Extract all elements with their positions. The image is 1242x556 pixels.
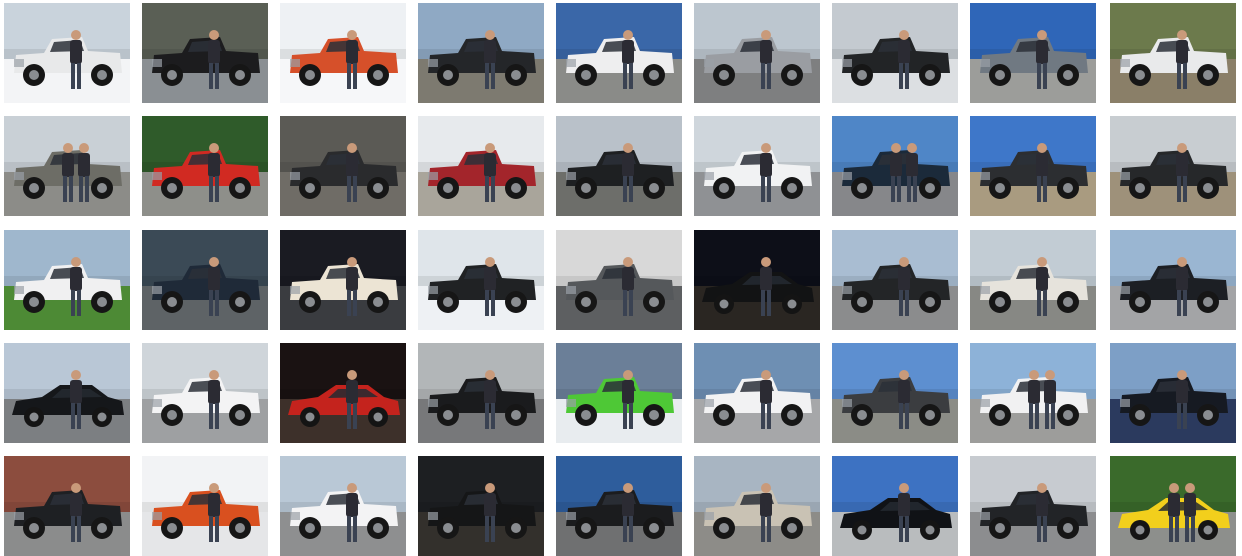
customer-photo (970, 3, 1096, 103)
photo-gallery (4, 3, 1238, 556)
customer-photo (142, 343, 268, 443)
customer-photo (970, 116, 1096, 216)
customer-photo (418, 3, 544, 103)
customer-photo (556, 456, 682, 556)
customer-photo (142, 116, 268, 216)
customer-photo (694, 230, 820, 330)
customer-photo (556, 343, 682, 443)
customer-photo (832, 456, 958, 556)
customer-photo (418, 343, 544, 443)
customer-photo (142, 456, 268, 556)
customer-photo (1110, 343, 1236, 443)
customer-photo (280, 230, 406, 330)
customer-photo (556, 3, 682, 103)
customer-photo (418, 230, 544, 330)
customer-photo (556, 116, 682, 216)
customer-photo (970, 230, 1096, 330)
customer-photo (4, 343, 130, 443)
customer-photo (4, 116, 130, 216)
customer-photo (832, 230, 958, 330)
customer-photo (694, 116, 820, 216)
customer-photo (4, 456, 130, 556)
customer-photo (694, 343, 820, 443)
customer-photo (970, 456, 1096, 556)
customer-photo (418, 116, 544, 216)
customer-photo (556, 230, 682, 330)
customer-photo (694, 3, 820, 103)
customer-photo (970, 343, 1096, 443)
customer-photo (280, 116, 406, 216)
customer-photo (832, 116, 958, 216)
customer-photo (4, 230, 130, 330)
customer-photo (694, 456, 820, 556)
customer-photo (1110, 3, 1236, 103)
customer-photo (142, 230, 268, 330)
customer-photo (1110, 116, 1236, 216)
customer-photo (1110, 230, 1236, 330)
customer-photo (1110, 456, 1236, 556)
customer-photo (142, 3, 268, 103)
customer-photo (4, 3, 130, 103)
customer-photo (832, 3, 958, 103)
customer-photo (280, 456, 406, 556)
customer-photo (832, 343, 958, 443)
customer-photo (280, 3, 406, 103)
customer-photo (418, 456, 544, 556)
customer-photo (280, 343, 406, 443)
